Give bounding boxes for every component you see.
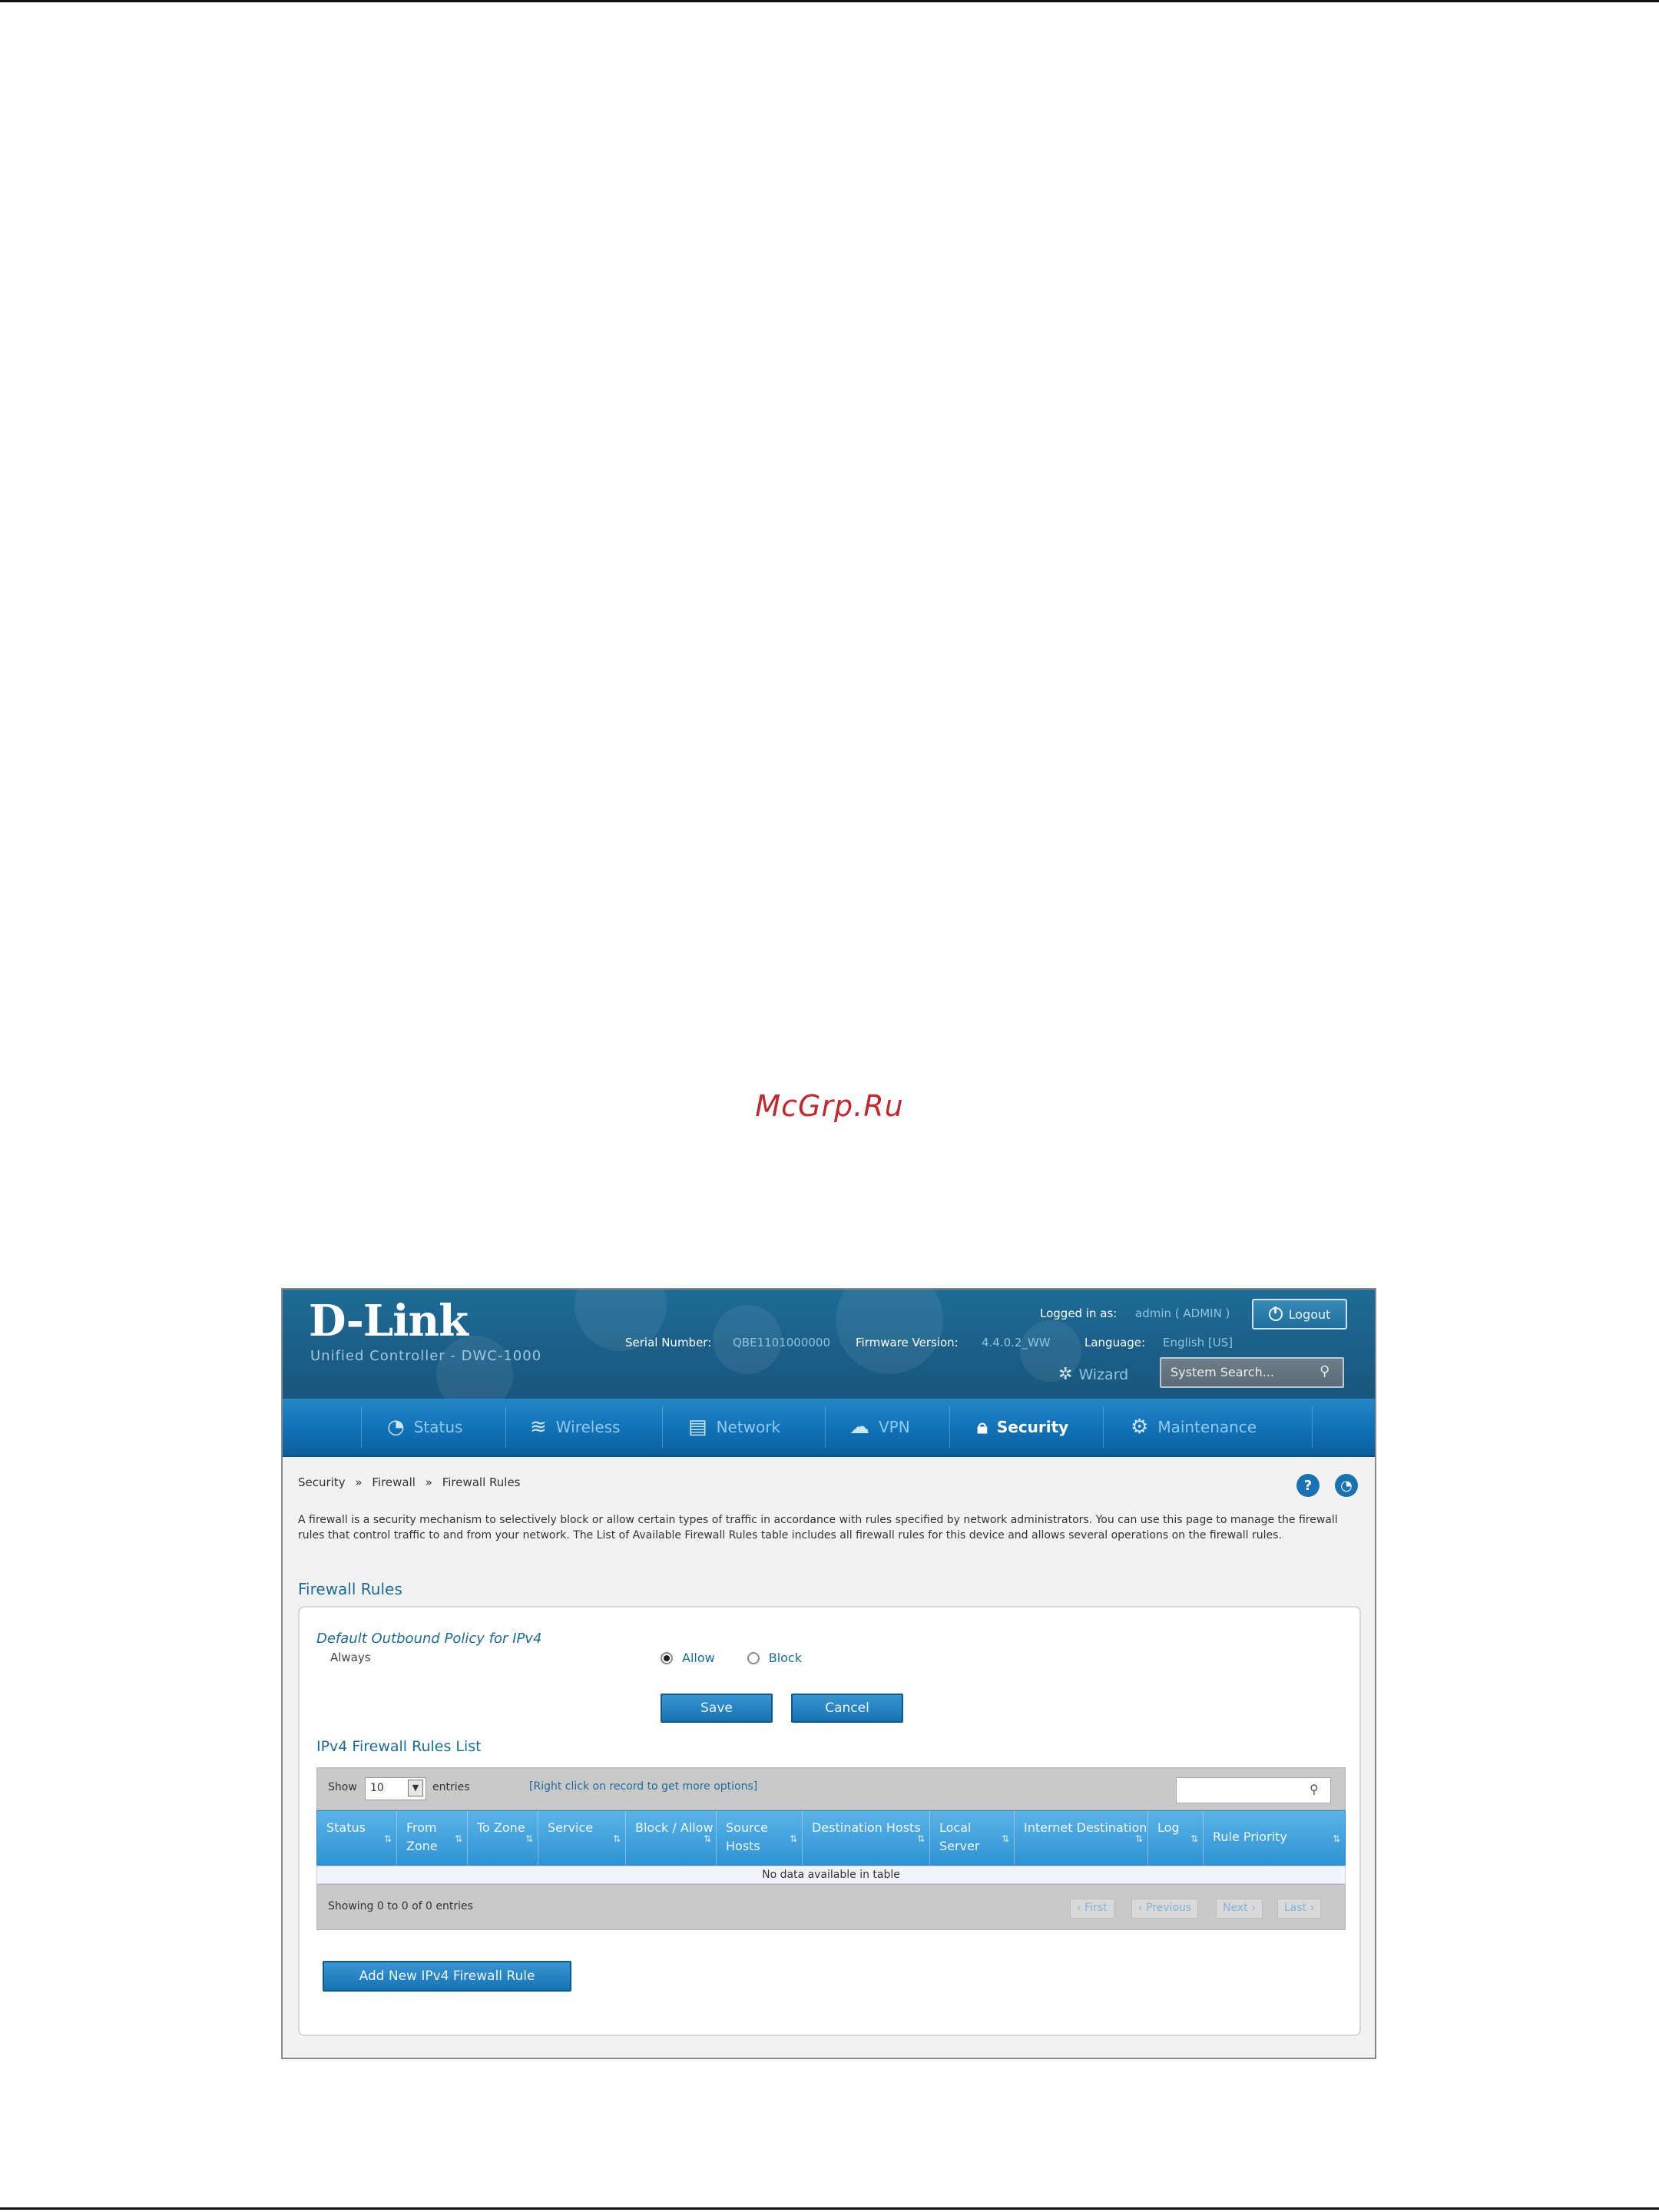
nav-label: Maintenance — [1157, 1418, 1257, 1436]
nav-label: VPN — [879, 1418, 910, 1436]
nav-label: Status — [413, 1418, 463, 1436]
block-radio[interactable] — [747, 1651, 760, 1664]
section-title: Firewall Rules — [298, 1580, 402, 1598]
table-footer: Showing 0 to 0 of 0 entries ‹ First ‹ Pr… — [316, 1884, 1346, 1930]
logged-in-user: admin ( ADMIN ) — [1135, 1306, 1230, 1320]
sort-icon: ⇅ — [525, 1833, 533, 1844]
page-bottom-rule — [0, 2207, 1659, 2210]
gears-icon: ⚙ — [1131, 1416, 1149, 1439]
breadcrumb: Security » Firewall » Firewall Rules — [298, 1475, 521, 1489]
nav-item-maintenance[interactable]: ⚙ Maintenance — [1131, 1399, 1257, 1455]
dlink-logo: D-Link — [309, 1296, 469, 1346]
logout-label: Logout — [1288, 1306, 1331, 1322]
nav-item-network[interactable]: ▤ Network — [688, 1399, 780, 1455]
sort-icon: ⇅ — [454, 1833, 462, 1844]
serial-value: QBE1101000000 — [733, 1336, 831, 1349]
nav-item-wireless[interactable]: ≋ Wireless — [530, 1399, 620, 1455]
column-header[interactable]: Internet Destination ⇅ — [1015, 1811, 1148, 1865]
policy-label: Always — [330, 1651, 371, 1664]
pager-last-button[interactable]: Last › — [1277, 1899, 1322, 1919]
pager-next-button[interactable]: Next › — [1216, 1899, 1263, 1919]
column-header[interactable]: Status ⇅ — [317, 1811, 397, 1865]
firmware-value: 4.4.0.2_WW — [982, 1336, 1051, 1349]
sort-icon: ⇅ — [383, 1833, 392, 1844]
breadcrumb-item[interactable]: Firewall — [372, 1475, 416, 1489]
entries-label: entries — [432, 1781, 470, 1793]
lock-icon: 🔒︎ — [977, 1415, 988, 1439]
logged-in-label: Logged in as: — [1040, 1306, 1118, 1320]
sort-icon: ⇅ — [1134, 1833, 1143, 1844]
column-header[interactable]: To Zone ⇅ — [468, 1811, 538, 1865]
screenshot-frame: D-Link Unified Controller - DWC-1000 Log… — [281, 1288, 1376, 2059]
main-nav: ◔ Status ≋ Wireless ▤ Network ☁ VPN 🔒︎ S… — [283, 1399, 1375, 1457]
table-toolbar: Show 10 ▼ entries [Right click on record… — [316, 1767, 1346, 1810]
language-value[interactable]: English [US] — [1163, 1336, 1233, 1349]
pager-previous-button[interactable]: ‹ Previous — [1131, 1899, 1199, 1919]
sort-icon: ⇅ — [1190, 1833, 1198, 1844]
block-label: Block — [768, 1651, 802, 1665]
sort-icon: ⇅ — [916, 1833, 925, 1844]
column-header[interactable]: Destination Hosts ⇅ — [803, 1811, 930, 1865]
logout-button[interactable]: Logout — [1252, 1299, 1347, 1330]
allow-label: Allow — [682, 1651, 715, 1665]
serial-label: Serial Number: — [625, 1336, 712, 1349]
nav-item-status[interactable]: ◔ Status — [387, 1399, 462, 1455]
table-empty-row: No data available in table — [316, 1866, 1346, 1884]
search-icon[interactable]: ⚲ — [1320, 1363, 1330, 1379]
wizard-link[interactable]: ✲ Wizard — [1058, 1365, 1128, 1384]
gauge-icon: ◔ — [387, 1416, 405, 1439]
show-label: Show — [328, 1781, 357, 1793]
power-icon — [1268, 1306, 1283, 1321]
wizard-label: Wizard — [1078, 1366, 1129, 1383]
wifi-icon: ≋ — [530, 1416, 547, 1439]
wand-icon: ✲ — [1058, 1365, 1073, 1384]
column-header[interactable]: From Zone ⇅ — [397, 1811, 468, 1865]
showing-text: Showing 0 to 0 of 0 entries — [328, 1900, 473, 1912]
table-search-input[interactable] — [1176, 1777, 1331, 1803]
allow-radio[interactable] — [661, 1651, 673, 1664]
column-header[interactable]: Service ⇅ — [538, 1811, 626, 1865]
table-header: Status ⇅ From Zone ⇅ To Zone ⇅ Service ⇅ Blo… — [316, 1810, 1346, 1866]
sort-icon: ⇅ — [1001, 1833, 1009, 1844]
save-button[interactable]: Save — [661, 1694, 773, 1723]
breadcrumb-item: Firewall Rules — [442, 1475, 521, 1489]
nav-label: Security — [996, 1418, 1069, 1436]
cloud-icon: ☁ — [849, 1416, 869, 1439]
policy-title: Default Outbound Policy for IPv4 — [316, 1631, 542, 1647]
column-header[interactable]: Local Server ⇅ — [930, 1811, 1015, 1865]
system-search-input[interactable]: System Search... — [1160, 1357, 1344, 1388]
page-top-rule — [0, 0, 1659, 2]
firewall-panel: Default Outbound Policy for IPv4 Always … — [298, 1606, 1361, 2036]
help-icon[interactable]: ? — [1296, 1474, 1320, 1497]
policy-radio-group: Allow Block — [661, 1651, 802, 1665]
add-rule-button[interactable]: Add New IPv4 Firewall Rule — [323, 1961, 571, 1992]
page-description: A firewall is a security mechanism to se… — [298, 1514, 1338, 1541]
watermark-text: McGrp.Ru — [755, 1089, 904, 1123]
language-label: Language: — [1084, 1336, 1146, 1349]
product-subtitle: Unified Controller - DWC-1000 — [310, 1348, 542, 1364]
list-title: IPv4 Firewall Rules List — [316, 1738, 482, 1755]
nav-label: Wireless — [555, 1418, 621, 1436]
breadcrumb-item[interactable]: Security — [298, 1475, 346, 1489]
pager-first-button[interactable]: ‹ First — [1070, 1899, 1114, 1919]
sort-icon: ⇅ — [612, 1833, 621, 1844]
network-icon: ▤ — [688, 1416, 707, 1439]
column-header[interactable]: Log ⇅ — [1148, 1811, 1204, 1865]
column-header[interactable]: Block / Allow ⇅ — [626, 1811, 717, 1865]
nav-label: Network — [716, 1418, 781, 1436]
nav-item-vpn[interactable]: ☁ VPN — [849, 1399, 910, 1455]
info-icon[interactable]: ◔ — [1335, 1474, 1358, 1497]
sort-icon: ⇅ — [1332, 1833, 1340, 1844]
nav-item-security[interactable]: 🔒︎ Security — [977, 1399, 1068, 1455]
sort-icon: ⇅ — [789, 1833, 797, 1844]
context-hint: [Right click on record to get more optio… — [529, 1780, 758, 1793]
column-header[interactable]: Source Hosts ⇅ — [717, 1811, 803, 1865]
cancel-button[interactable]: Cancel — [791, 1694, 903, 1723]
firmware-label: Firmware Version: — [856, 1336, 959, 1349]
chevron-down-icon[interactable]: ▼ — [408, 1780, 423, 1796]
app-header: D-Link Unified Controller - DWC-1000 Log… — [283, 1290, 1375, 1399]
search-icon: ⚲ — [1310, 1782, 1319, 1796]
sort-icon: ⇅ — [703, 1833, 711, 1844]
column-header[interactable]: Rule Priority ⇅ — [1204, 1811, 1345, 1865]
